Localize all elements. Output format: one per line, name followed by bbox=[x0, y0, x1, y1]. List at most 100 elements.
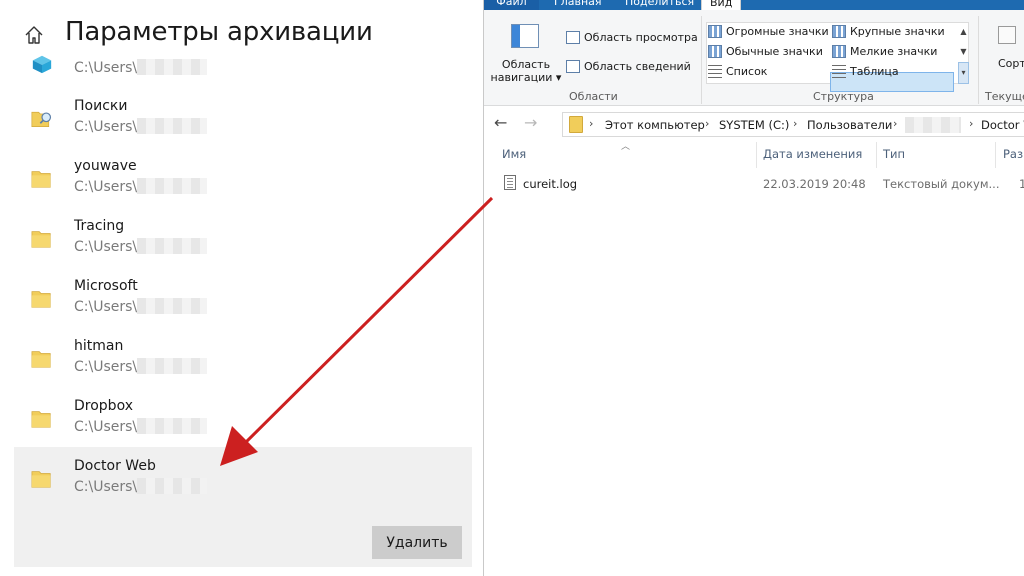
folder-list-item[interactable]: Dropbox C:\Users\ bbox=[14, 387, 472, 447]
breadcrumb-current-folder[interactable]: Doctor W bbox=[981, 118, 1024, 132]
details-pane-icon bbox=[566, 60, 580, 73]
layout-medium-icons[interactable]: Обычные значки bbox=[706, 42, 823, 62]
column-divider[interactable] bbox=[756, 142, 757, 168]
tab-share[interactable]: Поделиться bbox=[617, 0, 702, 10]
redacted-username bbox=[137, 478, 208, 494]
breadcrumb-system-drive[interactable]: SYSTEM (C:) bbox=[719, 118, 789, 132]
group-separator bbox=[978, 16, 979, 104]
folder-icon bbox=[31, 231, 51, 248]
preview-pane-icon bbox=[566, 31, 580, 44]
file-type: Текстовый докум... bbox=[883, 177, 1000, 191]
folder-list-item[interactable]: hitman C:\Users\ bbox=[14, 327, 472, 387]
extra-large-icons-icon bbox=[708, 25, 722, 38]
folder-icon bbox=[31, 411, 51, 428]
redacted-username bbox=[137, 178, 208, 194]
folder-path: C:\Users\ bbox=[74, 298, 208, 315]
breadcrumb-this-pc[interactable]: Этот компьютер bbox=[605, 118, 705, 132]
folder-path: C:\Users\ bbox=[74, 478, 208, 495]
chevron-right-icon: › bbox=[969, 117, 974, 130]
folder-path: C:\Users\ bbox=[74, 238, 208, 255]
delete-button[interactable]: Удалить bbox=[372, 526, 462, 559]
list-view-icon bbox=[708, 65, 722, 78]
screenshot-root: Параметры архивации C:\Users\ Поиски C:\… bbox=[0, 0, 1024, 576]
3d-objects-icon bbox=[32, 55, 52, 74]
backup-settings-panel: Параметры архивации C:\Users\ Поиски C:\… bbox=[0, 0, 484, 576]
chevron-up-icon[interactable]: ▲ bbox=[958, 22, 969, 42]
column-divider[interactable] bbox=[876, 142, 877, 168]
folder-path: C:\Users\ bbox=[74, 418, 208, 435]
layout-details[interactable]: Таблица bbox=[830, 62, 899, 82]
folder-name: Dropbox bbox=[74, 398, 133, 414]
folder-icon bbox=[569, 116, 583, 133]
layout-extra-large-icons[interactable]: Огромные значки bbox=[706, 22, 829, 42]
folder-path: C:\Users\ bbox=[74, 178, 208, 195]
redacted-username bbox=[137, 118, 208, 134]
column-header-type[interactable]: Тип bbox=[883, 147, 905, 161]
breadcrumb-redacted-username[interactable] bbox=[905, 117, 961, 133]
folder-icon bbox=[31, 171, 51, 188]
preview-pane-button[interactable]: Область просмотра bbox=[564, 28, 698, 48]
column-header-date[interactable]: Дата изменения bbox=[763, 147, 862, 161]
layout-large-icons[interactable]: Крупные значки bbox=[830, 22, 945, 42]
column-header-size[interactable]: Разм bbox=[1003, 147, 1024, 161]
tab-file[interactable]: Файл bbox=[484, 0, 539, 10]
medium-icons-icon bbox=[708, 45, 722, 58]
back-arrow-icon[interactable]: ← bbox=[494, 115, 507, 131]
chevron-right-icon: › bbox=[893, 117, 898, 130]
chevron-right-icon: › bbox=[589, 117, 594, 130]
folder-name: Microsoft bbox=[74, 278, 138, 294]
column-header-name[interactable]: Имя bbox=[502, 147, 526, 161]
folder-list-item[interactable]: youwave C:\Users\ bbox=[14, 147, 472, 207]
ribbon-view: Область навигации ▾ Область просмотра Об… bbox=[484, 10, 1024, 106]
folder-name: youwave bbox=[74, 158, 137, 174]
details-pane-button[interactable]: Область сведений bbox=[564, 57, 691, 77]
address-bar[interactable]: › Этот компьютер › SYSTEM (C:) › Пользов… bbox=[562, 112, 1024, 137]
folder-list-item[interactable]: Поиски C:\Users\ bbox=[14, 87, 472, 147]
group-label-current-view: Текущее bbox=[985, 90, 1024, 103]
folder-icon bbox=[31, 291, 51, 308]
layout-small-icons[interactable]: Мелкие значки bbox=[830, 42, 937, 62]
redacted-username bbox=[137, 418, 208, 434]
dropdown-arrow-icon: ▾ bbox=[552, 71, 562, 84]
chevron-right-icon: › bbox=[705, 117, 710, 130]
navigation-pane-button[interactable]: Область навигации ▾ bbox=[490, 14, 562, 88]
file-name: cureit.log bbox=[523, 177, 578, 191]
folder-name: Поиски bbox=[74, 98, 128, 114]
folder-list-item[interactable]: Tracing C:\Users\ bbox=[14, 207, 472, 267]
folder-icon bbox=[31, 471, 51, 488]
redacted-username bbox=[137, 358, 208, 374]
file-date: 22.03.2019 20:48 bbox=[763, 177, 866, 191]
sort-button[interactable]: Сорт bbox=[998, 57, 1024, 70]
redacted-username bbox=[137, 238, 208, 254]
folder-path: C:\Users\ bbox=[74, 118, 208, 135]
navigation-pane-icon bbox=[511, 24, 539, 48]
folder-name: Tracing bbox=[74, 218, 125, 234]
group-label-panes: Области bbox=[569, 90, 618, 103]
breadcrumb-users[interactable]: Пользователи bbox=[807, 118, 892, 132]
forward-arrow-icon[interactable]: → bbox=[524, 115, 537, 131]
ribbon-tab-bar: Файл Главная Поделиться Вид bbox=[484, 0, 1024, 11]
tab-home[interactable]: Главная bbox=[546, 0, 610, 10]
column-divider[interactable] bbox=[995, 142, 996, 168]
large-icons-icon bbox=[832, 25, 846, 38]
searches-folder-icon bbox=[31, 111, 52, 127]
chevron-right-icon: › bbox=[793, 117, 798, 130]
folder-name: Doctor Web bbox=[74, 458, 156, 474]
file-explorer-window: Файл Главная Поделиться Вид Область нави… bbox=[483, 0, 1024, 576]
redacted-username bbox=[137, 298, 208, 314]
sort-ascending-icon: ︿ bbox=[621, 142, 631, 152]
layout-gallery-scroll[interactable]: ▲ ▼ ▾ bbox=[958, 22, 969, 84]
chevron-down-icon[interactable]: ▼ bbox=[958, 42, 969, 62]
layout-list[interactable]: Список bbox=[706, 62, 767, 82]
folder-list-item[interactable]: Microsoft C:\Users\ bbox=[14, 267, 472, 327]
file-row[interactable]: cureit.log 22.03.2019 20:48 Текстовый до… bbox=[499, 172, 1024, 194]
sort-icon[interactable] bbox=[998, 26, 1016, 44]
folder-name: hitman bbox=[74, 338, 124, 354]
file-size: 1 bbox=[1019, 177, 1024, 191]
navigation-pane-label-2: навигации bbox=[490, 71, 553, 84]
group-separator bbox=[701, 16, 702, 104]
folder-icon bbox=[31, 351, 51, 368]
folder-path: C:\Users\ bbox=[74, 358, 208, 375]
gallery-expand-icon[interactable]: ▾ bbox=[958, 62, 969, 84]
small-icons-icon bbox=[832, 45, 846, 58]
